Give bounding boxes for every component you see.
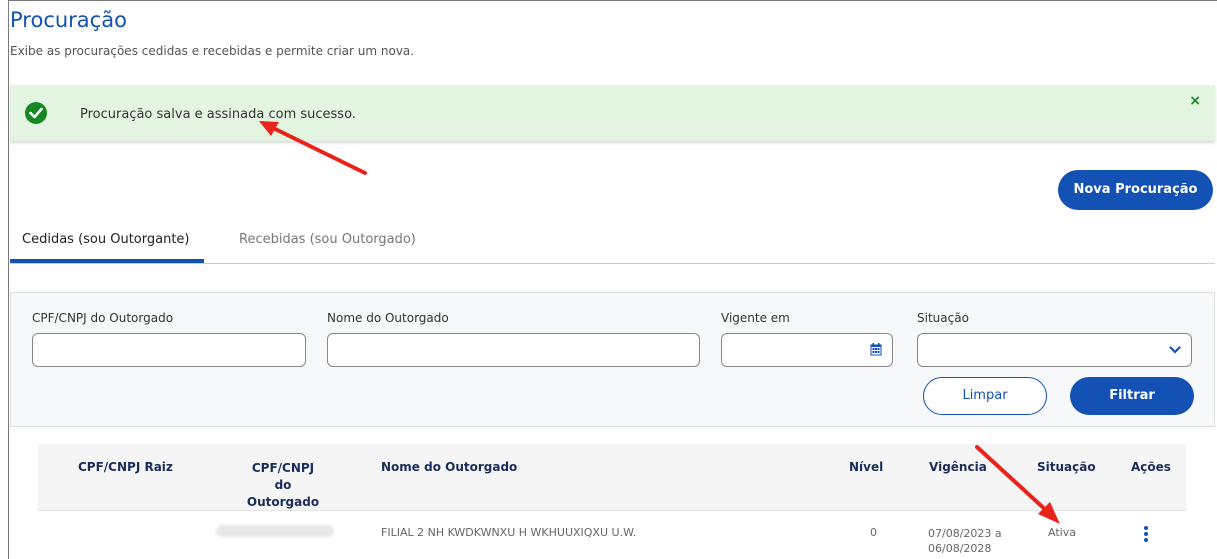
filter-panel: CPF/CNPJ do Outorgado Nome do Outorgado … [10,292,1215,427]
alert-message: Procuração salva e assinada com sucesso. [80,107,356,122]
cell-vigencia: 07/08/2023 a 06/08/2028 [928,526,1002,556]
col-cpf-outorgado[interactable]: CPF/CNPJ do Outorgado [243,460,323,511]
page-title: Procuração [10,8,127,32]
table-row: FILIAL 2 NH KWDKWNXU H WKHUUXIQXU U.W. 0… [38,510,1186,559]
tab-recebidas[interactable]: Recebidas (sou Outorgado) [239,232,416,247]
filter-button[interactable]: Filtrar [1070,377,1194,415]
situacao-label: Situação [917,311,969,325]
redacted-cpf-outorgado [216,525,334,537]
active-tab-indicator [10,259,204,263]
cell-situacao: Ativa [1048,526,1076,539]
col-situacao[interactable]: Situação [1037,460,1096,474]
chevron-down-icon [1169,346,1181,354]
col-acoes: Ações [1131,460,1171,474]
tab-bar: Cedidas (sou Outorgante) Recebidas (sou … [10,228,1215,264]
col-nivel[interactable]: Nível [849,460,883,474]
close-icon[interactable]: × [1189,93,1201,109]
nome-outorgado-input[interactable] [327,333,700,367]
col-vigencia[interactable]: Vigência [929,460,987,474]
check-circle-icon [25,102,47,124]
page-subtitle: Exibe as procurações cedidas e recebidas… [10,44,415,58]
col-cpf-raiz[interactable]: CPF/CNPJ Raiz [78,460,173,474]
success-alert: Procuração salva e assinada com sucesso.… [10,85,1215,141]
calendar-icon[interactable] [870,343,882,356]
vigente-em-label: Vigente em [721,311,790,325]
cpf-outorgado-input[interactable] [32,333,306,367]
table-header: CPF/CNPJ Raiz CPF/CNPJ do Outorgado Nome… [38,444,1186,510]
nome-outorgado-label: Nome do Outorgado [327,311,449,325]
cell-vigencia-start: 07/08/2023 a [928,527,1002,540]
situacao-select[interactable] [917,333,1192,367]
cell-nivel: 0 [870,526,877,539]
vigente-em-input[interactable] [721,333,893,367]
col-nome-outorgado[interactable]: Nome do Outorgado [381,460,517,474]
tab-cedidas[interactable]: Cedidas (sou Outorgante) [22,232,190,247]
more-vertical-icon[interactable] [1143,526,1149,544]
cell-vigencia-end: 06/08/2028 [928,542,992,555]
cpf-outorgado-label: CPF/CNPJ do Outorgado [32,311,174,325]
cell-nome-outorgado: FILIAL 2 NH KWDKWNXU H WKHUUXIQXU U.W. [381,526,637,539]
clear-button[interactable]: Limpar [923,377,1047,415]
new-procuracao-button[interactable]: Nova Procuração [1058,170,1213,210]
